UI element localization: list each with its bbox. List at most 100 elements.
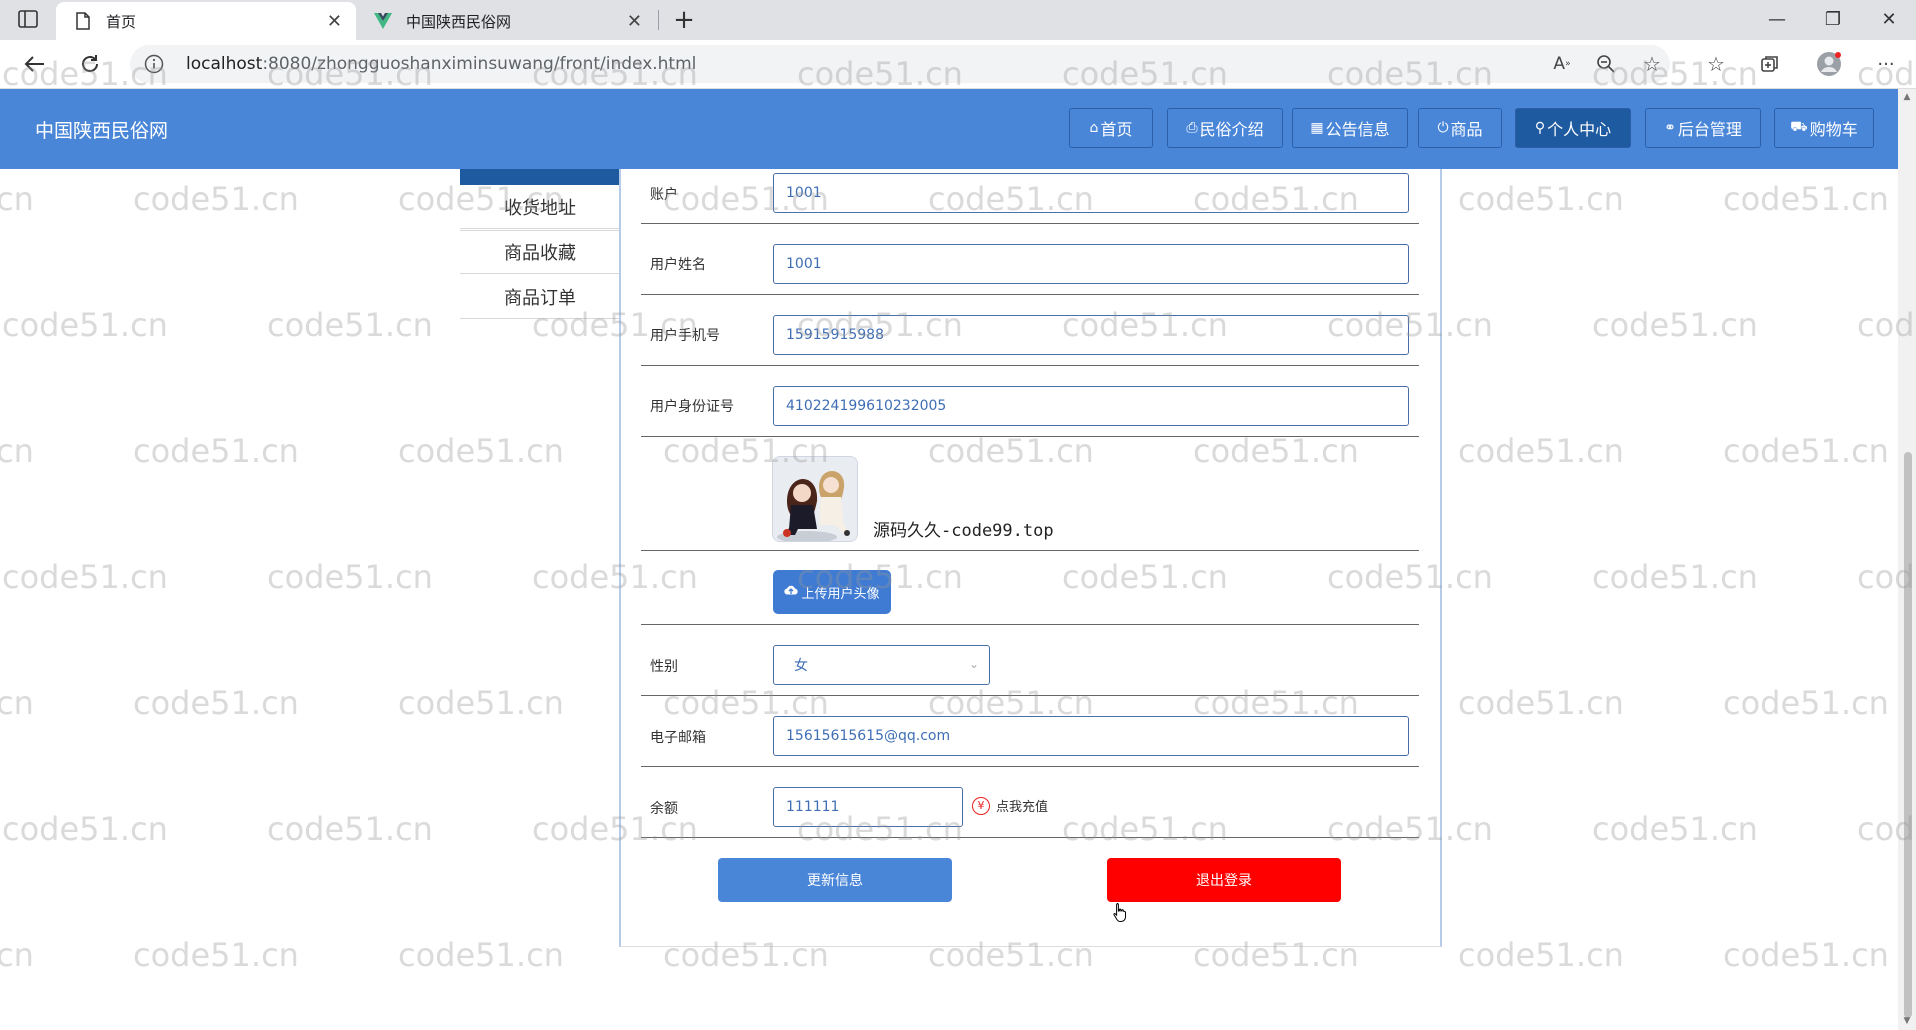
hand-cursor-icon — [1112, 902, 1128, 926]
account-input[interactable]: 1001 — [773, 173, 1409, 213]
user-icon: ⚲ — [1534, 120, 1546, 136]
watermark-text: code51.cn — [1458, 684, 1624, 722]
phone-input[interactable]: 15915915988 — [773, 315, 1409, 355]
watermark-text: code51.cn — [398, 936, 564, 974]
watermark-text: code51.cn — [1723, 684, 1889, 722]
balance-label: 余额 — [650, 801, 678, 817]
favorite-add-icon[interactable]: ☆ — [1638, 52, 1666, 76]
email-label: 电子邮箱 — [650, 730, 706, 746]
row-divider — [641, 436, 1419, 437]
new-tab-icon[interactable]: + — [668, 4, 700, 36]
recharge-link[interactable]: ¥ 点我充值 — [972, 796, 1048, 815]
watermark-text: code51.cn — [1723, 936, 1889, 974]
calendar-icon: ▦ — [1310, 120, 1324, 136]
nav-personal-center-button[interactable]: ⚲ 个人中心 — [1515, 108, 1631, 148]
nav-cart-button[interactable]: ⛟ 购物车 — [1774, 108, 1874, 148]
yen-icon: ¥ — [972, 796, 990, 815]
window-close-icon[interactable]: ✕ — [1861, 0, 1916, 40]
watermark-text: code51.cn — [1458, 180, 1624, 218]
gender-select[interactable]: 女 ⌄ — [773, 645, 990, 685]
email-input[interactable]: 15615615615@qq.com — [773, 716, 1409, 756]
account-label: 账户 — [650, 187, 678, 203]
watermark-text: code51.cn — [398, 684, 564, 722]
nav-admin-button[interactable]: ⚭ 后台管理 — [1645, 108, 1761, 148]
back-icon[interactable] — [16, 48, 52, 80]
name-input[interactable]: 1001 — [773, 244, 1409, 284]
home-icon: ⌂ — [1089, 120, 1099, 136]
sidebar-active-item[interactable] — [460, 169, 620, 185]
scrollbar-thumb[interactable] — [1904, 452, 1912, 1018]
row-divider — [641, 624, 1419, 625]
vue-logo-icon — [374, 12, 392, 30]
nav-goods-button[interactable]: ⏻ 商品 — [1418, 108, 1502, 148]
read-aloud-icon[interactable]: A» — [1548, 52, 1576, 76]
update-info-button[interactable]: 更新信息 — [718, 858, 952, 902]
scroll-down-icon[interactable]: ▼ — [1901, 1016, 1913, 1026]
url-box[interactable]: localhost:8080/zhongguoshanximinsuwang/f… — [130, 45, 1670, 83]
watermark-text: code51.cn — [267, 558, 433, 596]
nav-home-button[interactable]: ⌂ 首页 — [1069, 108, 1153, 148]
site-title: 中国陕西民俗网 — [35, 120, 169, 142]
name-label: 用户姓名 — [650, 257, 706, 273]
watermark-text: code51.cn — [1458, 936, 1624, 974]
watermark-text: code51.cn — [1592, 306, 1758, 344]
browser-tab-site[interactable]: 中国陕西民俗网 ✕ — [356, 2, 656, 40]
reload-icon[interactable] — [72, 48, 108, 80]
row-divider — [641, 294, 1419, 295]
nav-folk-intro-button[interactable]: ⎙ 民俗介绍 — [1167, 108, 1283, 148]
watermark-text: code51.cn — [1723, 432, 1889, 470]
row-divider — [641, 766, 1419, 767]
cart-icon: ⛟ — [1790, 119, 1808, 135]
watermark-text: code51.cn — [0, 180, 34, 218]
scroll-up-icon[interactable]: ▲ — [1901, 92, 1913, 102]
close-icon[interactable]: ✕ — [627, 11, 642, 32]
row-divider — [641, 695, 1419, 696]
sidebar-item-address[interactable]: 收货地址 — [460, 185, 620, 229]
upload-avatar-button[interactable]: 上传用户头像 — [773, 570, 891, 614]
sidebar-toggle-icon[interactable] — [18, 10, 38, 28]
row-divider — [641, 223, 1419, 224]
info-icon[interactable] — [144, 54, 164, 74]
address-bar: localhost:8080/zhongguoshanximinsuwang/f… — [0, 40, 1916, 89]
favorites-icon[interactable]: ☆ — [1702, 52, 1730, 76]
watermark-text: code51.cn — [2, 558, 168, 596]
profile-avatar-icon[interactable] — [1815, 52, 1843, 76]
watermark-text: code51.cn — [133, 684, 299, 722]
watermark-text: code51.cn — [133, 936, 299, 974]
sidebar-item-favorites[interactable]: 商品收藏 — [460, 230, 620, 274]
watermark-text: code51.cn — [1592, 810, 1758, 848]
site-header: 中国陕西民俗网 ⌂ 首页 ⎙ 民俗介绍 ▦ 公告信息 ⏻ 商品 ⚲ 个人中心 ⚭ 后台管理 … — [0, 89, 1898, 169]
watermark-text: code51.cn — [0, 936, 34, 974]
watermark-text: code51.cn — [1723, 180, 1889, 218]
chevron-down-icon: ⌄ — [968, 657, 979, 671]
zoom-out-icon[interactable] — [1592, 52, 1620, 76]
nav-notice-button[interactable]: ▦ 公告信息 — [1292, 108, 1408, 148]
sidebar-item-orders[interactable]: 商品订单 — [460, 275, 620, 319]
close-icon[interactable]: ✕ — [327, 11, 342, 32]
browser-tab-home[interactable]: 首页 ✕ — [56, 2, 356, 40]
balance-input[interactable]: 111111 — [773, 787, 963, 827]
profile-form-panel — [619, 169, 1442, 947]
tab-title: 首页 — [106, 12, 137, 31]
watermark-text: code51.cn — [1592, 558, 1758, 596]
avatar-caption: 源码久久-code99.top — [873, 521, 1054, 541]
restore-icon[interactable]: ❐ — [1805, 0, 1861, 40]
minimize-icon[interactable]: — — [1749, 0, 1805, 40]
browser-tab-bar: 首页 ✕ 中国陕西民俗网 ✕ + — ❐ ✕ — [0, 0, 1916, 40]
tab-title: 中国陕西民俗网 — [406, 12, 512, 31]
row-divider — [641, 365, 1419, 366]
phone-label: 用户手机号 — [650, 328, 720, 344]
power-icon: ⏻ — [1437, 120, 1449, 136]
more-menu-icon[interactable]: ··· — [1872, 52, 1900, 76]
tab-separator — [658, 10, 659, 30]
row-divider — [641, 550, 1419, 551]
url-text[interactable]: localhost:8080/zhongguoshanximinsuwang/f… — [186, 54, 696, 74]
id-card-input[interactable]: 410224199610232005 — [773, 386, 1409, 426]
logout-button[interactable]: 退出登录 — [1107, 858, 1341, 902]
watermark-text: code51.cn — [398, 432, 564, 470]
watermark-text: code51.cn — [2, 306, 168, 344]
watermark-text: code51.cn — [133, 432, 299, 470]
page-icon — [74, 12, 92, 30]
watermark-text: code51.cn — [0, 684, 34, 722]
collections-icon[interactable] — [1756, 52, 1784, 76]
